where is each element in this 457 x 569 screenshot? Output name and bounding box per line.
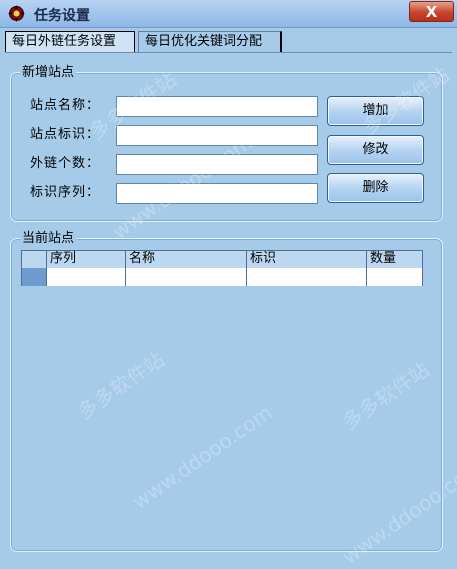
site-name-label: 站点名称：: [30, 98, 101, 113]
link-count-label: 外链个数：: [30, 156, 101, 171]
close-button[interactable]: X: [409, 1, 454, 22]
cell-id[interactable]: [247, 268, 367, 286]
header-indicator-cell: [22, 251, 47, 268]
new-site-legend: 新增站点: [20, 65, 77, 81]
id-sequence-input[interactable]: [116, 183, 318, 204]
add-button[interactable]: 增加: [327, 96, 424, 126]
table-header: 序列 名称 标识 数量: [22, 251, 422, 269]
tab-daily-keyword-allocation[interactable]: 每日优化关键词分配: [138, 31, 282, 53]
cell-name[interactable]: [126, 268, 247, 286]
column-header-count[interactable]: 数量: [367, 251, 422, 268]
sites-table[interactable]: 序列 名称 标识 数量: [21, 250, 423, 286]
column-header-id[interactable]: 标识: [247, 251, 367, 268]
cell-count[interactable]: [367, 268, 422, 286]
window-title: 任务设置: [34, 8, 90, 24]
link-count-input[interactable]: [116, 154, 318, 175]
edit-button[interactable]: 修改: [327, 135, 424, 165]
delete-button[interactable]: 删除: [327, 173, 424, 203]
site-id-input[interactable]: [116, 125, 318, 146]
current-sites-legend: 当前站点: [20, 231, 77, 247]
title-bar[interactable]: 任务设置 X: [0, 0, 457, 28]
tab-daily-link-task[interactable]: 每日外链任务设置: [5, 31, 135, 53]
column-header-name[interactable]: 名称: [126, 251, 247, 268]
tab-divider: [5, 52, 452, 53]
table-row[interactable]: [22, 268, 422, 286]
app-icon: [8, 5, 25, 22]
close-icon: X: [425, 3, 438, 21]
cell-sequence[interactable]: [47, 268, 126, 286]
row-indicator-cell[interactable]: [22, 268, 47, 286]
column-header-sequence[interactable]: 序列: [47, 251, 126, 268]
site-name-input[interactable]: [116, 96, 318, 117]
id-sequence-label: 标识序列：: [30, 185, 101, 200]
site-id-label: 站点标识：: [30, 127, 101, 142]
